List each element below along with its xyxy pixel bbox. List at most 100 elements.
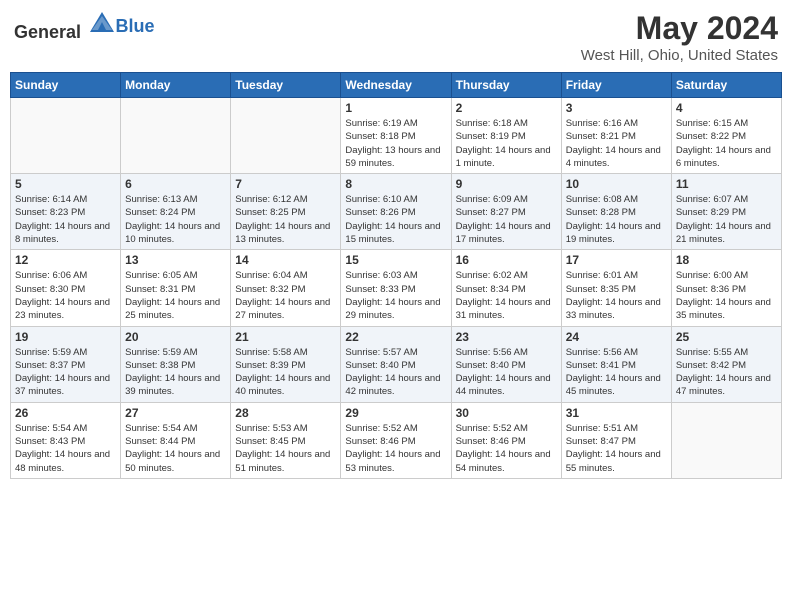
logo-general: General xyxy=(14,22,81,42)
page-title: May 2024 xyxy=(581,10,778,47)
day-info: Sunrise: 6:18 AMSunset: 8:19 PMDaylight:… xyxy=(456,117,557,170)
column-header-monday: Monday xyxy=(121,73,231,98)
day-info: Sunrise: 6:09 AMSunset: 8:27 PMDaylight:… xyxy=(456,193,557,246)
calendar-day: 30Sunrise: 5:52 AMSunset: 8:46 PMDayligh… xyxy=(451,402,561,478)
day-number: 12 xyxy=(15,253,116,267)
calendar-day: 16Sunrise: 6:02 AMSunset: 8:34 PMDayligh… xyxy=(451,250,561,326)
day-info: Sunrise: 5:52 AMSunset: 8:46 PMDaylight:… xyxy=(345,422,446,475)
day-info: Sunrise: 5:55 AMSunset: 8:42 PMDaylight:… xyxy=(676,346,777,399)
page-subtitle: West Hill, Ohio, United States xyxy=(581,47,778,64)
day-info: Sunrise: 6:12 AMSunset: 8:25 PMDaylight:… xyxy=(235,193,336,246)
calendar-day: 20 Sunrise: 5:59 AMSunset: 8:38 PMDayligh… xyxy=(121,326,231,402)
day-number: 16 xyxy=(456,253,557,267)
calendar-day: 22 Sunrise: 5:57 AMSunset: 8:40 PMDayligh… xyxy=(341,326,451,402)
calendar-week-row: 12 Sunrise: 6:06 AMSunset: 8:30 PMDayligh… xyxy=(11,250,782,326)
day-number: 4 xyxy=(676,101,777,115)
day-number: 22 xyxy=(345,330,446,344)
calendar-day xyxy=(671,402,781,478)
calendar-day xyxy=(11,98,121,174)
day-number: 14 xyxy=(235,253,336,267)
calendar-day: 24Sunrise: 5:56 AMSunset: 8:41 PMDayligh… xyxy=(561,326,671,402)
day-info: Sunrise: 5:59 AMSunset: 8:38 PMDaylight:… xyxy=(125,346,226,399)
day-number: 7 xyxy=(235,177,336,191)
logo-icon xyxy=(88,10,116,38)
day-number: 2 xyxy=(456,101,557,115)
column-header-saturday: Saturday xyxy=(671,73,781,98)
day-number: 17 xyxy=(566,253,667,267)
calendar-day: 12 Sunrise: 6:06 AMSunset: 8:30 PMDayligh… xyxy=(11,250,121,326)
day-number: 19 xyxy=(15,330,116,344)
calendar-week-row: 5 Sunrise: 6:14 AMSunset: 8:23 PMDaylight… xyxy=(11,174,782,250)
column-header-wednesday: Wednesday xyxy=(341,73,451,98)
day-number: 6 xyxy=(125,177,226,191)
day-info: Sunrise: 6:00 AMSunset: 8:36 PMDaylight:… xyxy=(676,269,777,322)
day-number: 29 xyxy=(345,406,446,420)
calendar-day: 23 Sunrise: 5:56 AMSunset: 8:40 PMDayligh… xyxy=(451,326,561,402)
logo: General Blue xyxy=(14,10,155,43)
calendar-day: 6 Sunrise: 6:13 AMSunset: 8:24 PMDaylight… xyxy=(121,174,231,250)
day-info: Sunrise: 6:19 AMSunset: 8:18 PMDaylight:… xyxy=(345,117,446,170)
day-number: 23 xyxy=(456,330,557,344)
day-number: 30 xyxy=(456,406,557,420)
calendar-day: 13Sunrise: 6:05 AMSunset: 8:31 PMDayligh… xyxy=(121,250,231,326)
column-header-thursday: Thursday xyxy=(451,73,561,98)
calendar-day: 21 Sunrise: 5:58 AMSunset: 8:39 PMDayligh… xyxy=(231,326,341,402)
calendar-day: 18 Sunrise: 6:00 AMSunset: 8:36 PMDayligh… xyxy=(671,250,781,326)
day-number: 10 xyxy=(566,177,667,191)
day-info: Sunrise: 5:59 AMSunset: 8:37 PMDaylight:… xyxy=(15,346,116,399)
calendar-day: 2 Sunrise: 6:18 AMSunset: 8:19 PMDaylight… xyxy=(451,98,561,174)
day-info: Sunrise: 6:06 AMSunset: 8:30 PMDaylight:… xyxy=(15,269,116,322)
day-info: Sunrise: 6:16 AMSunset: 8:21 PMDaylight:… xyxy=(566,117,667,170)
calendar-day: 15 Sunrise: 6:03 AMSunset: 8:33 PMDayligh… xyxy=(341,250,451,326)
title-block: May 2024 West Hill, Ohio, United States xyxy=(581,10,778,64)
day-info: Sunrise: 6:13 AMSunset: 8:24 PMDaylight:… xyxy=(125,193,226,246)
calendar-table: SundayMondayTuesdayWednesdayThursdayFrid… xyxy=(10,72,782,479)
column-header-friday: Friday xyxy=(561,73,671,98)
calendar-day: 31Sunrise: 5:51 AMSunset: 8:47 PMDayligh… xyxy=(561,402,671,478)
calendar-day: 8Sunrise: 6:10 AMSunset: 8:26 PMDaylight… xyxy=(341,174,451,250)
column-header-tuesday: Tuesday xyxy=(231,73,341,98)
day-number: 5 xyxy=(15,177,116,191)
day-info: Sunrise: 5:58 AMSunset: 8:39 PMDaylight:… xyxy=(235,346,336,399)
day-info: Sunrise: 5:54 AMSunset: 8:43 PMDaylight:… xyxy=(15,422,116,475)
day-number: 21 xyxy=(235,330,336,344)
calendar-day: 1Sunrise: 6:19 AMSunset: 8:18 PMDaylight… xyxy=(341,98,451,174)
day-number: 25 xyxy=(676,330,777,344)
day-info: Sunrise: 5:56 AMSunset: 8:41 PMDaylight:… xyxy=(566,346,667,399)
calendar-week-row: 1Sunrise: 6:19 AMSunset: 8:18 PMDaylight… xyxy=(11,98,782,174)
day-info: Sunrise: 6:05 AMSunset: 8:31 PMDaylight:… xyxy=(125,269,226,322)
day-number: 27 xyxy=(125,406,226,420)
day-info: Sunrise: 5:54 AMSunset: 8:44 PMDaylight:… xyxy=(125,422,226,475)
day-info: Sunrise: 6:15 AMSunset: 8:22 PMDaylight:… xyxy=(676,117,777,170)
day-info: Sunrise: 6:03 AMSunset: 8:33 PMDaylight:… xyxy=(345,269,446,322)
calendar-day: 11Sunrise: 6:07 AMSunset: 8:29 PMDayligh… xyxy=(671,174,781,250)
day-info: Sunrise: 5:51 AMSunset: 8:47 PMDaylight:… xyxy=(566,422,667,475)
calendar-day: 19 Sunrise: 5:59 AMSunset: 8:37 PMDayligh… xyxy=(11,326,121,402)
day-info: Sunrise: 6:10 AMSunset: 8:26 PMDaylight:… xyxy=(345,193,446,246)
day-info: Sunrise: 6:14 AMSunset: 8:23 PMDaylight:… xyxy=(15,193,116,246)
calendar-day xyxy=(121,98,231,174)
calendar-day: 29 Sunrise: 5:52 AMSunset: 8:46 PMDayligh… xyxy=(341,402,451,478)
day-number: 20 xyxy=(125,330,226,344)
day-number: 9 xyxy=(456,177,557,191)
day-info: Sunrise: 5:57 AMSunset: 8:40 PMDaylight:… xyxy=(345,346,446,399)
calendar-day: 7 Sunrise: 6:12 AMSunset: 8:25 PMDaylight… xyxy=(231,174,341,250)
day-number: 15 xyxy=(345,253,446,267)
page-header: General Blue May 2024 West Hill, Ohio, U… xyxy=(10,10,782,64)
calendar-week-row: 26Sunrise: 5:54 AMSunset: 8:43 PMDayligh… xyxy=(11,402,782,478)
day-info: Sunrise: 5:56 AMSunset: 8:40 PMDaylight:… xyxy=(456,346,557,399)
calendar-day: 14Sunrise: 6:04 AMSunset: 8:32 PMDayligh… xyxy=(231,250,341,326)
calendar-day: 4 Sunrise: 6:15 AMSunset: 8:22 PMDaylight… xyxy=(671,98,781,174)
calendar-day: 10Sunrise: 6:08 AMSunset: 8:28 PMDayligh… xyxy=(561,174,671,250)
logo-text: General xyxy=(14,10,116,43)
calendar-week-row: 19 Sunrise: 5:59 AMSunset: 8:37 PMDayligh… xyxy=(11,326,782,402)
day-info: Sunrise: 6:07 AMSunset: 8:29 PMDaylight:… xyxy=(676,193,777,246)
day-info: Sunrise: 5:53 AMSunset: 8:45 PMDaylight:… xyxy=(235,422,336,475)
calendar-day: 17Sunrise: 6:01 AMSunset: 8:35 PMDayligh… xyxy=(561,250,671,326)
calendar-day: 3Sunrise: 6:16 AMSunset: 8:21 PMDaylight… xyxy=(561,98,671,174)
calendar-day: 9 Sunrise: 6:09 AMSunset: 8:27 PMDaylight… xyxy=(451,174,561,250)
logo-blue: Blue xyxy=(116,16,155,37)
calendar-day: 5 Sunrise: 6:14 AMSunset: 8:23 PMDaylight… xyxy=(11,174,121,250)
calendar-header-row: SundayMondayTuesdayWednesdayThursdayFrid… xyxy=(11,73,782,98)
day-number: 18 xyxy=(676,253,777,267)
